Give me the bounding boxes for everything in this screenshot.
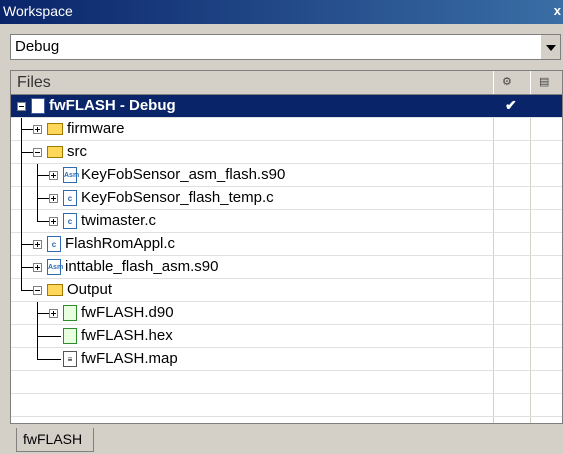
c-file-icon: c bbox=[63, 190, 77, 206]
tree-line bbox=[37, 221, 49, 222]
tree-row-label: FlashRomAppl.c bbox=[65, 235, 176, 252]
tree-row-src[interactable]: src bbox=[11, 141, 562, 164]
configuration-value: Debug bbox=[15, 38, 60, 55]
tree-line bbox=[21, 210, 22, 233]
tree-row-label: fwFLASH - Debug bbox=[49, 97, 176, 114]
tree-row-hex[interactable]: fwFLASH.hex bbox=[11, 325, 562, 348]
collapse-icon[interactable] bbox=[33, 286, 42, 295]
tree-row-output[interactable]: Output bbox=[11, 279, 562, 302]
output-file-icon bbox=[63, 305, 77, 321]
tree-row-label: twimaster.c bbox=[81, 212, 157, 229]
tree-line bbox=[37, 198, 49, 199]
folder-icon bbox=[47, 123, 63, 135]
empty-row bbox=[11, 371, 562, 394]
tree-line bbox=[21, 187, 22, 210]
asm-file-icon: Asm bbox=[63, 167, 79, 183]
options-column-header[interactable]: ▤ bbox=[530, 71, 562, 94]
close-button[interactable]: x bbox=[554, 3, 561, 18]
workspace-tab-bar: fwFLASH bbox=[10, 426, 563, 454]
c-file-icon: c bbox=[63, 213, 77, 229]
build-check-icon: ✔ bbox=[505, 97, 517, 113]
tree-row-label: fwFLASH.hex bbox=[81, 327, 173, 344]
tree-line bbox=[37, 313, 49, 314]
map-file-icon: ≡ bbox=[63, 351, 77, 367]
options-icon: ▤ bbox=[539, 76, 550, 88]
tree-line bbox=[21, 290, 33, 291]
window-title: Workspace bbox=[3, 3, 73, 19]
tree-line bbox=[21, 267, 33, 268]
tree-line bbox=[21, 164, 22, 187]
expand-icon[interactable] bbox=[49, 194, 58, 203]
collapse-icon[interactable] bbox=[33, 148, 42, 157]
expand-icon[interactable] bbox=[33, 240, 42, 249]
output-file-icon bbox=[63, 328, 77, 344]
tree-row-d90[interactable]: fwFLASH.d90 bbox=[11, 302, 562, 325]
project-icon bbox=[31, 98, 45, 114]
asm-file-icon: Asm bbox=[47, 259, 63, 275]
tree-row-map[interactable]: ≡ fwFLASH.map bbox=[11, 348, 562, 371]
tree-row-label: fwFLASH.map bbox=[81, 350, 178, 367]
tree-line bbox=[37, 175, 49, 176]
configuration-select[interactable]: Debug bbox=[10, 34, 561, 60]
tree-row-label: Output bbox=[67, 281, 113, 298]
tree-header: Files ⚙ ▤ bbox=[11, 71, 562, 95]
expand-icon[interactable] bbox=[33, 263, 42, 272]
tree-line bbox=[37, 359, 61, 360]
empty-row bbox=[11, 394, 562, 417]
workspace-title-bar: Workspace x bbox=[0, 0, 563, 24]
tree-row-asm-flash[interactable]: Asm KeyFobSensor_asm_flash.s90 bbox=[11, 164, 562, 187]
build-column-header[interactable]: ⚙ bbox=[493, 71, 530, 94]
tree-line bbox=[37, 336, 61, 337]
tab-fwflash[interactable]: fwFLASH bbox=[16, 428, 94, 452]
tree-row-firmware[interactable]: firmware bbox=[11, 118, 562, 141]
c-file-icon: c bbox=[47, 236, 61, 252]
workspace-tree: Files ⚙ ▤ fwFLASH - Debug ✔ firmware src… bbox=[10, 70, 563, 424]
files-column-header[interactable]: Files bbox=[17, 74, 51, 92]
expand-icon[interactable] bbox=[49, 217, 58, 226]
tree-line bbox=[21, 244, 33, 245]
tree-row-twimaster[interactable]: c twimaster.c bbox=[11, 210, 562, 233]
tab-label: fwFLASH bbox=[23, 431, 83, 447]
tree-row-label: firmware bbox=[67, 120, 125, 137]
tree-row-label: KeyFobSensor_asm_flash.s90 bbox=[81, 166, 286, 183]
tree-row-label: KeyFobSensor_flash_temp.c bbox=[81, 189, 274, 206]
tree-row-project[interactable]: fwFLASH - Debug ✔ bbox=[11, 95, 562, 118]
dropdown-arrow-icon[interactable] bbox=[540, 35, 560, 59]
tree-line bbox=[21, 152, 33, 153]
tree-line bbox=[21, 129, 33, 130]
build-status-icon: ⚙ bbox=[502, 76, 512, 88]
expand-icon[interactable] bbox=[49, 171, 58, 180]
folder-icon bbox=[47, 284, 63, 296]
tree-row-flash-temp[interactable]: c KeyFobSensor_flash_temp.c bbox=[11, 187, 562, 210]
tree-row-label: fwFLASH.d90 bbox=[81, 304, 174, 321]
collapse-icon[interactable] bbox=[17, 102, 26, 111]
expand-icon[interactable] bbox=[33, 125, 42, 134]
tree-row-flashromappl[interactable]: c FlashRomAppl.c bbox=[11, 233, 562, 256]
folder-icon bbox=[47, 146, 63, 158]
tree-row-label: inttable_flash_asm.s90 bbox=[65, 258, 219, 275]
expand-icon[interactable] bbox=[49, 309, 58, 318]
tree-row-label: src bbox=[67, 143, 87, 160]
tree-row-inttable[interactable]: Asm inttable_flash_asm.s90 bbox=[11, 256, 562, 279]
